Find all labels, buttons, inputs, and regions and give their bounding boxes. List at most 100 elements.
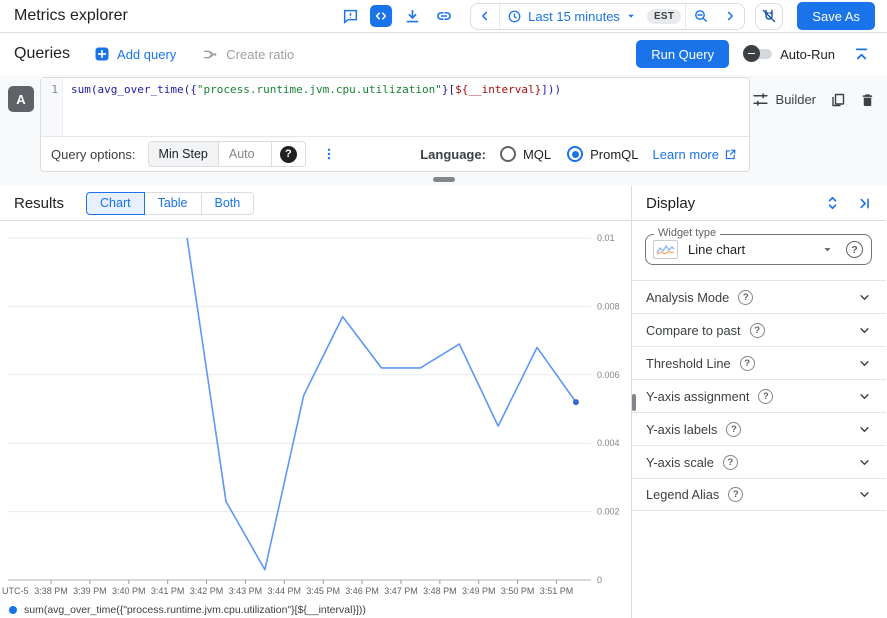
zoom-out-time-button[interactable] — [685, 4, 716, 29]
chevron-down-icon — [858, 423, 871, 436]
widget-type-select[interactable]: Widget type Line chart ? — [645, 234, 872, 265]
learn-more-link[interactable]: Learn more — [653, 147, 737, 162]
language-selector: Language: MQLPromQL Learn more — [420, 146, 737, 162]
help-filled-icon: ? — [280, 146, 297, 163]
save-as-button[interactable]: Save As — [797, 2, 875, 30]
section-label: Analysis Mode — [646, 290, 729, 305]
svg-text:3:41 PM: 3:41 PM — [151, 586, 185, 596]
section-y-axis-labels[interactable]: Y-axis labels? — [632, 412, 886, 445]
collapse-panel-button[interactable] — [857, 196, 872, 211]
tab-table[interactable]: Table — [144, 192, 202, 215]
code-token: "process.runtime.jvm.cpu.utilization" — [197, 83, 442, 96]
feedback-button[interactable] — [338, 4, 362, 28]
auto-run-toggle[interactable] — [743, 48, 773, 60]
svg-text:3:46 PM: 3:46 PM — [345, 586, 379, 596]
section-y-axis-assignment[interactable]: Y-axis assignment? — [632, 379, 886, 412]
page-title: Metrics explorer — [14, 7, 128, 25]
svg-text:3:47 PM: 3:47 PM — [384, 586, 418, 596]
run-query-button[interactable]: Run Query — [636, 40, 729, 68]
time-back-button[interactable] — [471, 4, 500, 29]
results-chart[interactable]: 00.0020.0040.0060.0080.01UTC-53:38 PM3:3… — [0, 223, 630, 597]
language-radio-promql[interactable]: PromQL — [567, 146, 638, 162]
section-compare-to-past[interactable]: Compare to past? — [632, 313, 886, 346]
queries-bar-actions: Run Query Auto-Run — [636, 40, 873, 68]
section-y-axis-scale[interactable]: Y-axis scale? — [632, 445, 886, 478]
display-panel-header: Display — [632, 186, 886, 221]
legend-series-label[interactable]: sum(avg_over_time({"process.runtime.jvm.… — [24, 604, 366, 616]
language-radio-mql[interactable]: MQL — [500, 146, 551, 162]
more-vert-icon — [322, 146, 336, 162]
help-outline-icon[interactable]: ? — [740, 356, 755, 371]
learn-more-label: Learn more — [653, 147, 719, 162]
help-outline-icon[interactable]: ? — [738, 290, 753, 305]
display-sections: Analysis Mode?Compare to past?Threshold … — [632, 280, 886, 511]
delete-query-button[interactable] — [860, 92, 875, 108]
timezone-badge[interactable]: EST — [647, 9, 681, 24]
svg-text:3:40 PM: 3:40 PM — [112, 586, 146, 596]
promql-code-input[interactable]: sum(avg_over_time({"process.runtime.jvm.… — [63, 78, 749, 136]
section-threshold-line[interactable]: Threshold Line? — [632, 346, 886, 379]
query-options-menu-button[interactable] — [322, 146, 336, 162]
section-label: Y-axis scale — [646, 455, 714, 470]
chart-legend: sum(avg_over_time({"process.runtime.jvm.… — [0, 604, 631, 616]
widget-type-help-icon[interactable]: ? — [846, 241, 863, 258]
chevron-left-icon — [478, 9, 492, 23]
panel-scrollbar-thumb[interactable] — [632, 394, 636, 411]
query-letter-badge: A — [8, 86, 34, 112]
help-outline-icon[interactable]: ? — [728, 487, 743, 502]
results-section: Results ChartTableBoth 00.0020.0040.0060… — [0, 186, 887, 618]
language-radio-label: MQL — [523, 147, 551, 162]
svg-text:3:51 PM: 3:51 PM — [540, 586, 574, 596]
help-outline-icon[interactable]: ? — [758, 389, 773, 404]
external-link-icon — [724, 148, 737, 161]
add-query-button[interactable]: Add query — [94, 46, 176, 62]
builder-button[interactable]: Builder — [752, 91, 816, 108]
help-outline-icon[interactable]: ? — [726, 422, 741, 437]
section-analysis-mode[interactable]: Analysis Mode? — [632, 280, 886, 313]
magnet-off-button[interactable] — [755, 3, 783, 30]
chevron-down-icon — [858, 488, 871, 501]
code-token: ])) — [541, 83, 561, 96]
min-step-label: Min Step — [149, 142, 219, 166]
auto-run-label: Auto-Run — [780, 47, 835, 62]
min-step-help[interactable]: ? — [271, 142, 305, 166]
time-range-dropdown[interactable]: Last 15 minutes — [500, 4, 643, 29]
section-legend-alias[interactable]: Legend Alias? — [632, 478, 886, 511]
collapse-all-button[interactable] — [849, 42, 873, 66]
query-section: A 1 sum(avg_over_time({"process.runtime.… — [0, 75, 887, 186]
svg-text:3:48 PM: 3:48 PM — [423, 586, 457, 596]
clock-icon — [507, 9, 522, 24]
metrics-explorer-app: Metrics explorer Last 15 minutes — [0, 0, 887, 618]
trash-icon — [860, 92, 875, 108]
line-number: 1 — [41, 78, 63, 136]
help-outline-icon[interactable]: ? — [723, 455, 738, 470]
expand-sections-button[interactable] — [825, 195, 840, 211]
widget-type-label: Widget type — [654, 227, 720, 239]
create-ratio-button[interactable]: Create ratio — [202, 46, 294, 63]
caret-down-icon — [626, 11, 636, 21]
svg-text:3:38 PM: 3:38 PM — [34, 586, 68, 596]
tab-both[interactable]: Both — [201, 192, 255, 215]
create-ratio-label: Create ratio — [226, 47, 294, 62]
zoom-out-icon — [693, 8, 709, 24]
download-button[interactable] — [400, 4, 424, 28]
radio-selected-icon — [567, 146, 583, 162]
link-icon — [435, 7, 453, 25]
svg-text:0.006: 0.006 — [597, 370, 620, 380]
min-step-input[interactable]: Auto — [219, 142, 271, 166]
queries-bar: Queries Add query Create ratio Run Query… — [0, 33, 887, 75]
tune-icon — [752, 91, 769, 108]
drag-handle[interactable] — [433, 177, 455, 182]
tab-chart[interactable]: Chart — [86, 192, 145, 215]
get-link-button[interactable] — [432, 4, 456, 28]
query-editor: 1 sum(avg_over_time({"process.runtime.jv… — [40, 77, 750, 172]
unfold-more-icon — [825, 195, 840, 211]
radio-unselected-icon — [500, 146, 516, 162]
query-options-label: Query options: — [51, 147, 136, 162]
time-forward-button[interactable] — [716, 4, 744, 29]
duplicate-query-button[interactable] — [830, 92, 846, 108]
code-view-button[interactable] — [370, 5, 392, 27]
auto-run-toggle-wrap: Auto-Run — [743, 47, 835, 62]
section-label: Y-axis assignment — [646, 389, 749, 404]
help-outline-icon[interactable]: ? — [750, 323, 765, 338]
